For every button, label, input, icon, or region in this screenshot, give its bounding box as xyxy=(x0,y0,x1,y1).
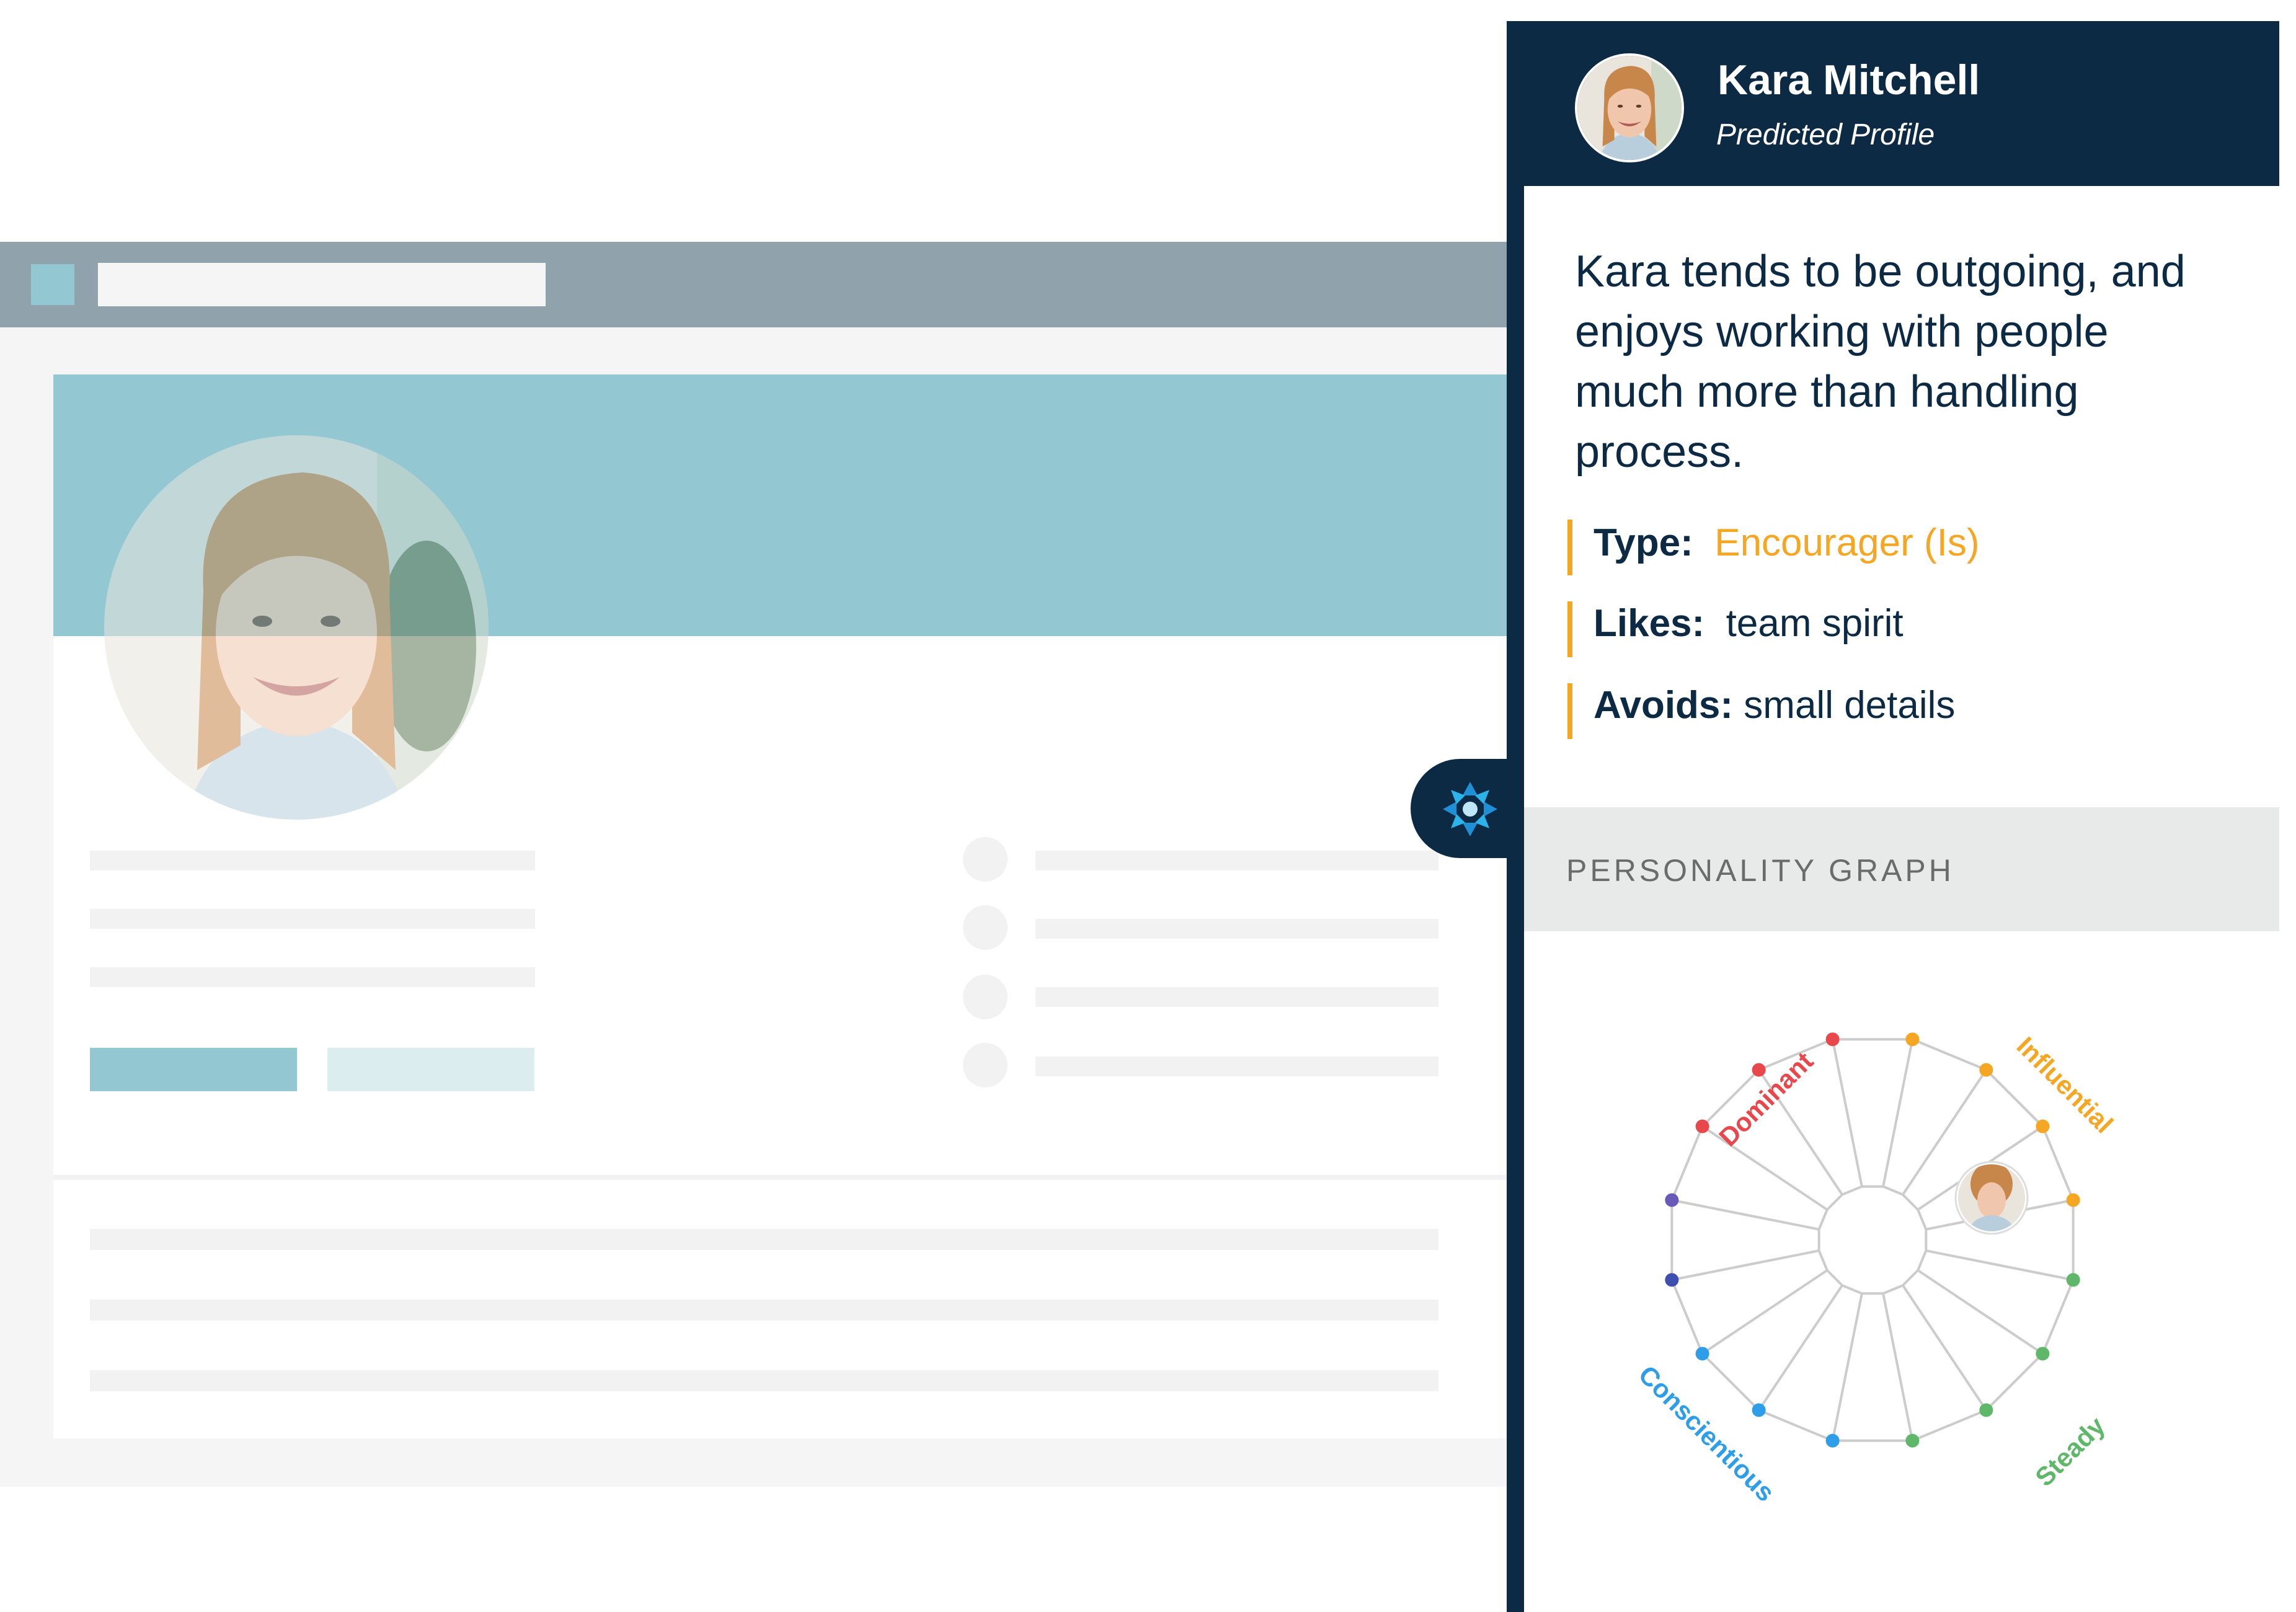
trait-type: Type: Encourager (Is) xyxy=(1593,521,1980,565)
wheel-spoke xyxy=(1757,1285,1843,1411)
wheel-vertex-marker xyxy=(2036,1119,2050,1133)
wheel-spoke xyxy=(1671,1249,1820,1282)
wheel-vertex-marker xyxy=(1825,1433,1840,1448)
trait-avoids: Avoids: small details xyxy=(1593,683,1955,727)
avatar-photo-icon xyxy=(104,435,489,820)
skeleton-avatar xyxy=(963,975,1008,1019)
quadrant-label-influential: Influential xyxy=(2011,1031,2119,1138)
person-name: Kara Mitchell xyxy=(1718,56,1980,104)
profile-avatar[interactable] xyxy=(104,435,489,820)
wheel-vertex-marker xyxy=(2066,1193,2080,1207)
skeleton-line xyxy=(90,1229,1438,1250)
wheel-spoke xyxy=(1882,1293,1914,1442)
skeleton-line xyxy=(1035,851,1438,870)
card-divider xyxy=(53,1175,1525,1180)
skeleton-line xyxy=(90,1370,1438,1391)
wheel-markers xyxy=(1665,1032,2080,1448)
wheel-spoke xyxy=(1671,1198,1820,1231)
skeleton-line xyxy=(1035,919,1438,939)
trait-avoids-label: Avoids: xyxy=(1593,684,1734,727)
wheel-vertex-marker xyxy=(1665,1193,1679,1207)
skeleton-line xyxy=(90,1300,1438,1321)
wheel-vertex-marker xyxy=(2066,1273,2080,1287)
trait-type-value: Encourager (Is) xyxy=(1714,521,1980,564)
personality-summary: Kara tends to be outgoing, and enjoys wo… xyxy=(1575,247,2186,477)
trait-accent-bar xyxy=(1567,520,1572,575)
wheel-vertex-marker xyxy=(1752,1403,1766,1417)
wheel-spoke xyxy=(1701,1269,1828,1355)
wheel-outer-ring xyxy=(1670,1038,2075,1442)
wheel-vertex-marker xyxy=(1979,1063,1993,1077)
trait-likes-value: team spirit xyxy=(1726,602,1904,645)
wheel-spoke xyxy=(1925,1249,2074,1282)
graph-title: PERSONALITY GRAPH xyxy=(1566,853,1954,888)
wheel-vertex-marker xyxy=(1695,1347,1709,1361)
skeleton-avatar xyxy=(963,905,1008,950)
trait-type-label: Type: xyxy=(1593,521,1693,564)
skeleton-line xyxy=(1035,987,1438,1007)
trait-accent-bar xyxy=(1567,601,1572,657)
trait-accent-bar xyxy=(1567,683,1572,739)
wheel-vertex-marker xyxy=(1752,1063,1766,1077)
trait-avoids-value: small details xyxy=(1744,684,1956,727)
quadrant-label-steady: Steady xyxy=(2029,1410,2111,1492)
skeleton-line xyxy=(90,909,535,929)
wheel-vertex-marker xyxy=(1979,1403,1993,1417)
browser-address-bar[interactable] xyxy=(98,263,546,306)
wheel-vertex-marker xyxy=(1905,1032,1920,1047)
wheel-spoke xyxy=(1831,1038,1863,1187)
wheel-spoke xyxy=(1917,1269,2044,1355)
wheel-vertex-marker xyxy=(1905,1433,1920,1448)
wheel-vertex-marker xyxy=(1825,1032,1840,1047)
trait-likes-label: Likes: xyxy=(1593,602,1705,645)
wheel-vertex-marker xyxy=(2036,1347,2050,1361)
wheel-grid xyxy=(1670,1038,2075,1442)
wheel-spoke xyxy=(1882,1038,1914,1187)
crystal-logo-icon[interactable] xyxy=(1436,775,1504,843)
quadrant-label-conscientious: Conscientious xyxy=(1633,1360,1781,1500)
wheel-vertex-marker xyxy=(1695,1119,1709,1133)
skeleton-primary-button[interactable] xyxy=(90,1048,297,1091)
skeleton-secondary-button[interactable] xyxy=(327,1048,534,1091)
skeleton-avatar xyxy=(963,837,1008,882)
header-avatar[interactable] xyxy=(1575,53,1684,162)
personality-wheel: Dominant Influential Steady Conscientiou… xyxy=(1633,1031,2119,1500)
skeleton-line xyxy=(1035,1056,1438,1076)
trait-likes: Likes: team spirit xyxy=(1593,601,1904,645)
user-position-marker[interactable] xyxy=(1954,1161,2029,1235)
avatar-photo-icon xyxy=(1577,56,1682,160)
wheel-spoke xyxy=(1831,1293,1863,1442)
wheel-inner-ring xyxy=(1817,1185,1928,1295)
skeleton-line xyxy=(90,851,535,870)
browser-favicon-icon xyxy=(31,264,74,305)
wheel-spoke xyxy=(1902,1285,1988,1411)
profile-subtitle: Predicted Profile xyxy=(1716,118,1935,151)
wheel-vertex-marker xyxy=(1665,1273,1679,1287)
skeleton-avatar xyxy=(963,1043,1008,1087)
skeleton-line xyxy=(90,967,535,987)
